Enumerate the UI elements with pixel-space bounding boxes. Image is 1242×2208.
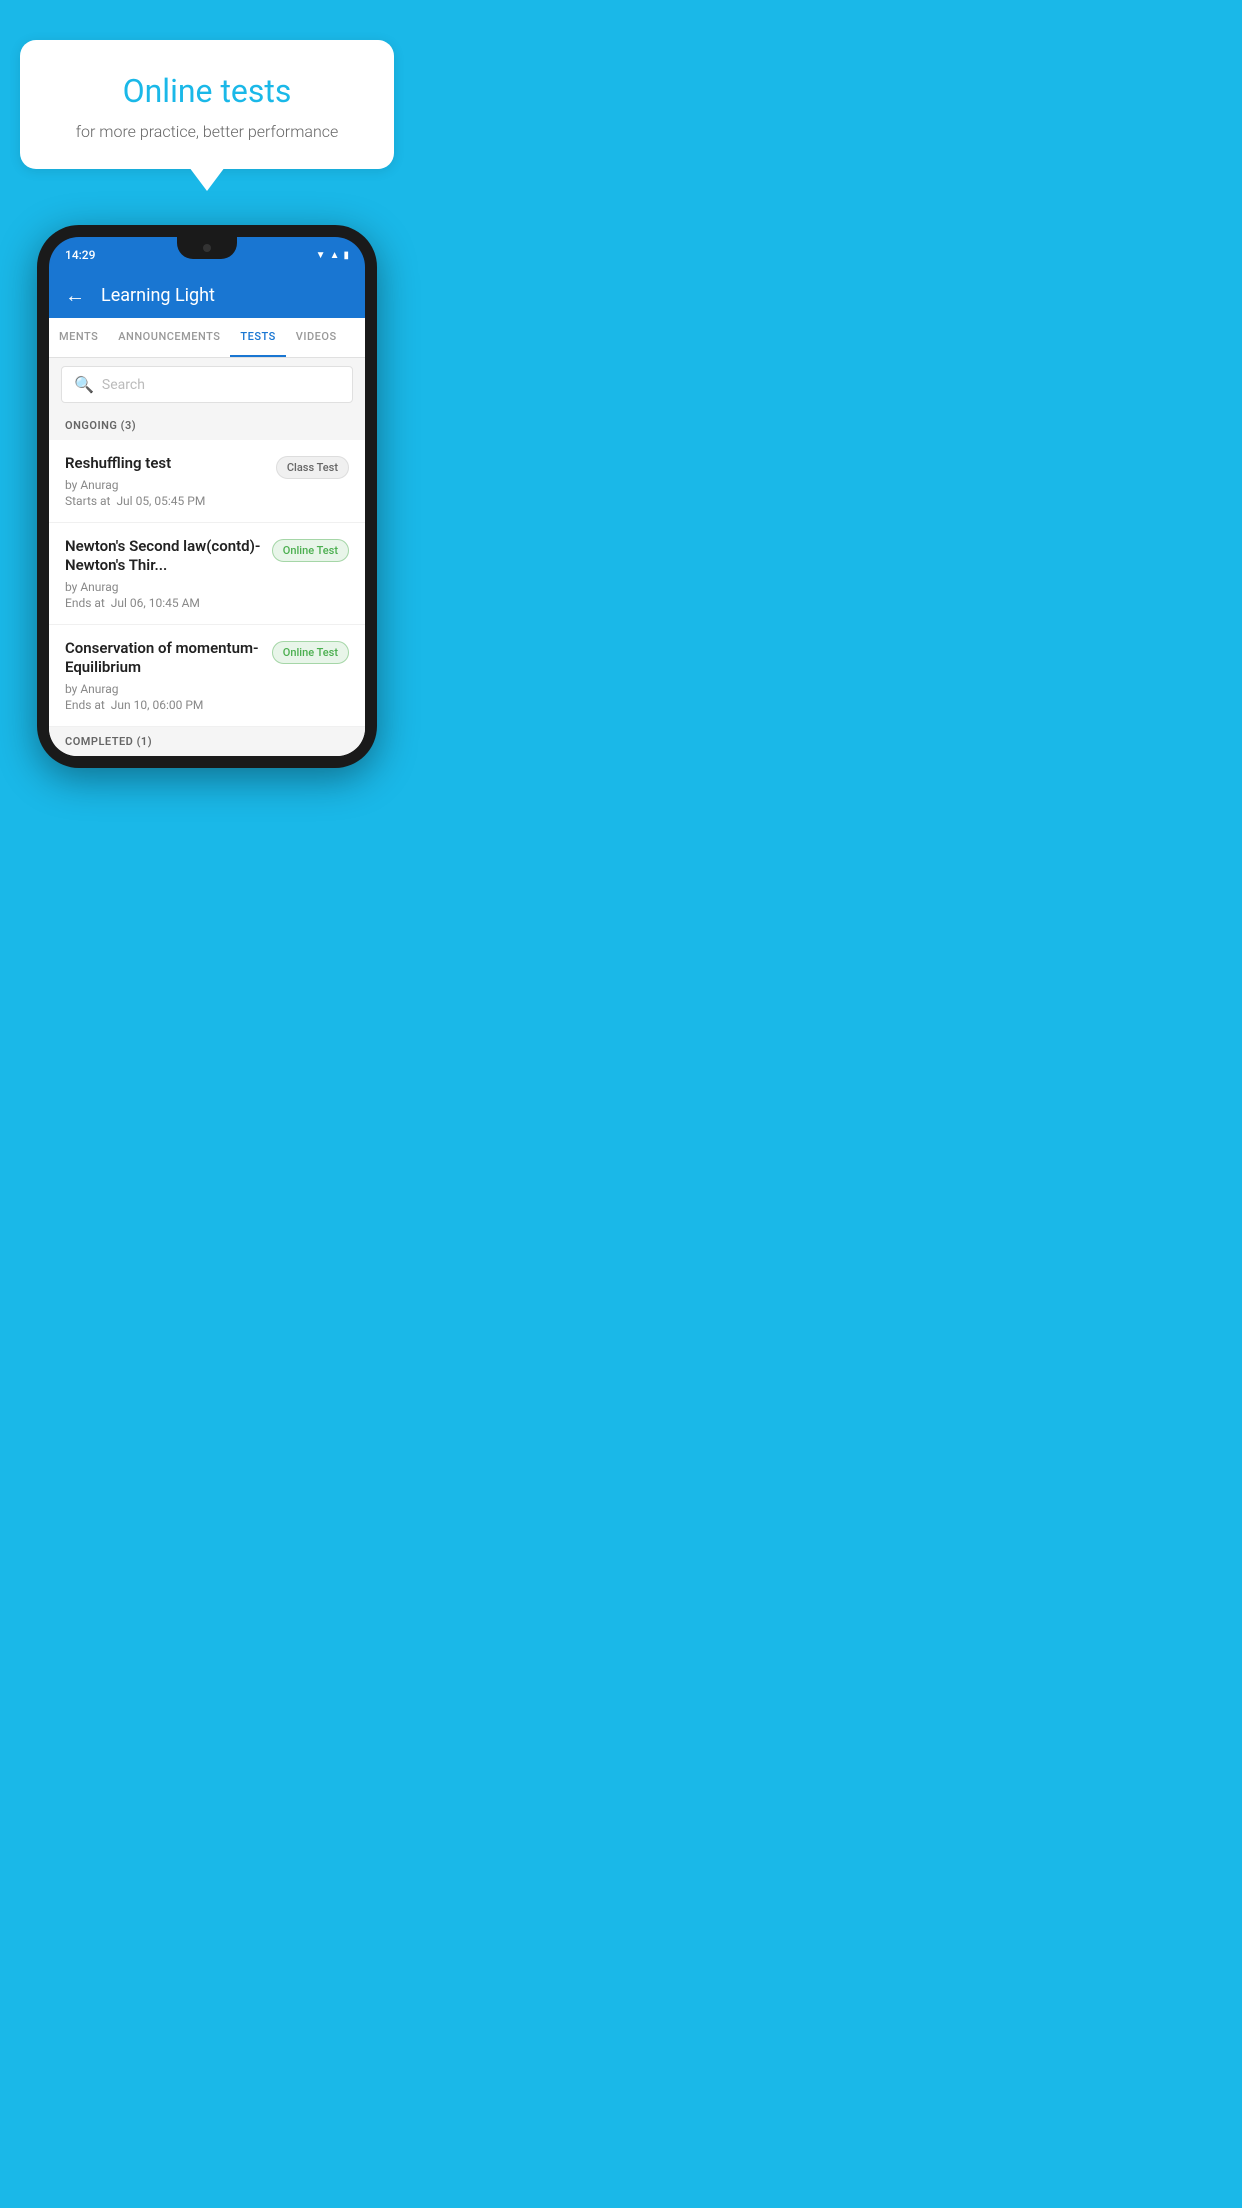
test-name: Reshuffling test [65, 454, 266, 474]
test-date: Ends at Jun 10, 06:00 PM [65, 698, 262, 712]
test-badge: Online Test [272, 539, 349, 562]
test-item[interactable]: Newton's Second law(contd)-Newton's Thir… [49, 523, 365, 625]
battery-icon: ▮ [343, 250, 349, 261]
notch [177, 237, 237, 259]
app-title: Learning Light [101, 285, 215, 306]
tab-videos[interactable]: VIDEOS [286, 318, 347, 357]
phone-mockup: 14:29 ▼ ▲ ▮ ← Learning Light MENTS ANNOU… [37, 225, 377, 768]
bubble-title: Online tests [48, 72, 366, 110]
phone-screen: ← Learning Light MENTS ANNOUNCEMENTS TES… [49, 273, 365, 756]
test-item[interactable]: Reshuffling test by Anurag Starts at Jul… [49, 440, 365, 523]
test-author: by Anurag [65, 478, 266, 492]
status-bar: 14:29 ▼ ▲ ▮ [49, 237, 365, 273]
test-author: by Anurag [65, 580, 262, 594]
test-item[interactable]: Conservation of momentum-Equilibrium by … [49, 625, 365, 727]
back-button[interactable]: ← [65, 283, 85, 308]
status-icons: ▼ ▲ ▮ [316, 250, 349, 261]
completed-section-header: COMPLETED (1) [49, 727, 365, 756]
ongoing-section-header: ONGOING (3) [49, 411, 365, 440]
test-author: by Anurag [65, 682, 262, 696]
signal-icon: ▲ [330, 250, 340, 261]
tab-ments[interactable]: MENTS [49, 318, 108, 357]
test-name: Conservation of momentum-Equilibrium [65, 639, 262, 678]
test-date: Ends at Jul 06, 10:45 AM [65, 596, 262, 610]
test-info: Newton's Second law(contd)-Newton's Thir… [65, 537, 262, 610]
test-date: Starts at Jul 05, 05:45 PM [65, 494, 266, 508]
wifi-icon: ▼ [316, 250, 326, 261]
test-name: Newton's Second law(contd)-Newton's Thir… [65, 537, 262, 576]
bubble-subtitle: for more practice, better performance [48, 122, 366, 141]
test-badge: Class Test [276, 456, 349, 479]
app-header: ← Learning Light [49, 273, 365, 318]
test-info: Conservation of momentum-Equilibrium by … [65, 639, 262, 712]
search-input-wrapper[interactable]: 🔍 Search [61, 366, 353, 403]
search-placeholder: Search [102, 377, 145, 393]
search-bar-container: 🔍 Search [49, 358, 365, 411]
tab-tests[interactable]: TESTS [230, 318, 285, 357]
tabs-container: MENTS ANNOUNCEMENTS TESTS VIDEOS [49, 318, 365, 358]
search-icon: 🔍 [74, 375, 94, 394]
camera-dot [203, 244, 211, 252]
status-time: 14:29 [65, 248, 95, 262]
speech-bubble: Online tests for more practice, better p… [20, 40, 394, 169]
tab-announcements[interactable]: ANNOUNCEMENTS [108, 318, 230, 357]
phone-outer: 14:29 ▼ ▲ ▮ ← Learning Light MENTS ANNOU… [37, 225, 377, 768]
test-info: Reshuffling test by Anurag Starts at Jul… [65, 454, 266, 508]
test-badge: Online Test [272, 641, 349, 664]
test-list: Reshuffling test by Anurag Starts at Jul… [49, 440, 365, 727]
